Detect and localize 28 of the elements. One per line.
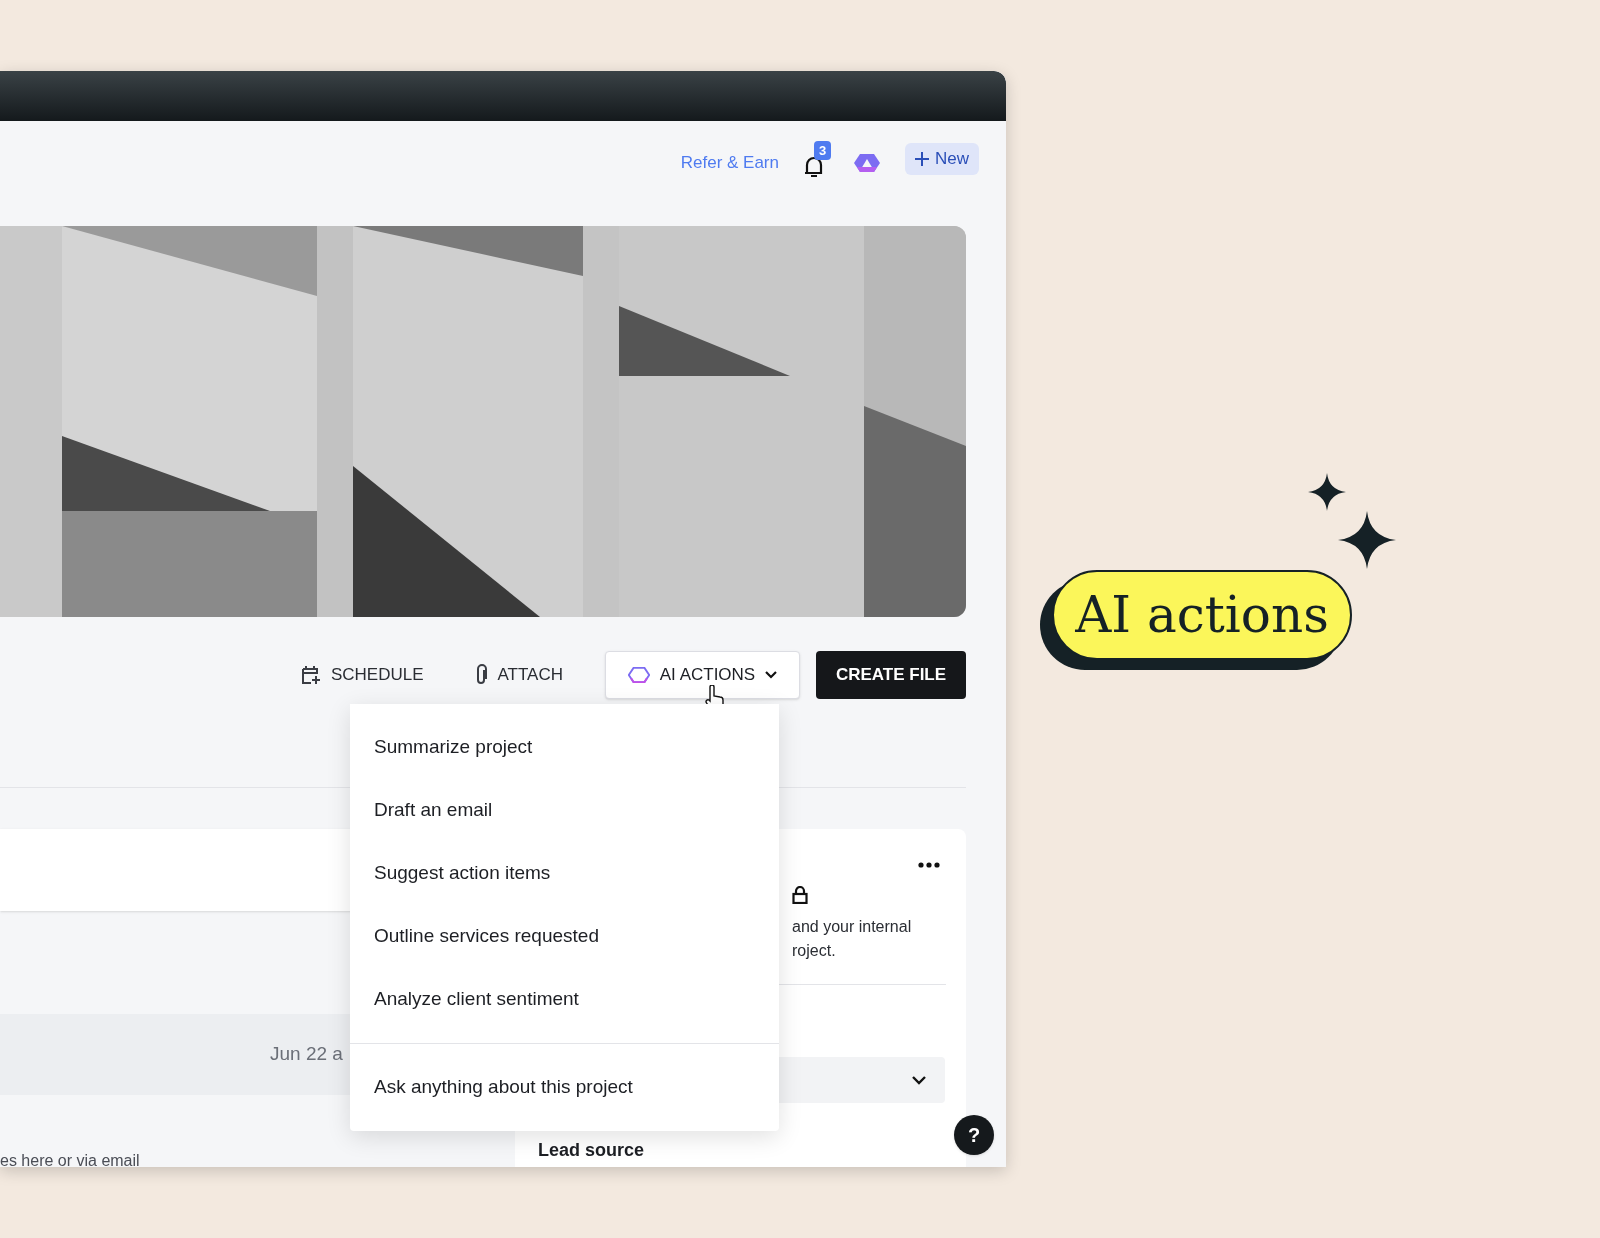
menu-item[interactable]: Analyze client sentiment: [350, 968, 779, 1031]
email-hint-text: es here or via email: [0, 1151, 141, 1167]
menu-item[interactable]: Summarize project: [350, 716, 779, 779]
plus-icon: [915, 152, 929, 166]
refer-link[interactable]: Refer & Earn: [680, 150, 779, 176]
section-label: Lead source: [538, 1139, 646, 1161]
menu-item[interactable]: Outline services requested: [350, 905, 779, 968]
chevron-down-icon: [765, 671, 778, 679]
lock-icon: [792, 886, 808, 904]
logo-icon: [627, 667, 650, 683]
menu-item[interactable]: Draft an email: [350, 779, 779, 842]
menu-item[interactable]: Ask anything about this project: [350, 1056, 779, 1119]
chevron-down-icon: [911, 1075, 927, 1085]
notification-badge: 3: [814, 141, 832, 160]
logo-icon[interactable]: [853, 153, 881, 173]
activity-date: Jun 22 a: [270, 1042, 343, 1067]
more-options-icon[interactable]: [918, 862, 940, 868]
create-file-button[interactable]: CREATE FILE: [816, 651, 966, 699]
new-button[interactable]: New: [905, 143, 979, 175]
help-button[interactable]: ?: [954, 1115, 994, 1155]
bell-icon[interactable]: [803, 155, 825, 179]
description-text: roject.: [792, 941, 837, 961]
description-text: and your internal: [792, 917, 913, 937]
schedule-button[interactable]: SCHEDULE: [292, 651, 432, 699]
attach-button[interactable]: ATTACH: [465, 651, 571, 699]
menu-item[interactable]: Suggest action items: [350, 842, 779, 905]
ai-actions-label: AI actions: [1052, 570, 1352, 660]
calendar-plus-icon: [300, 665, 321, 685]
